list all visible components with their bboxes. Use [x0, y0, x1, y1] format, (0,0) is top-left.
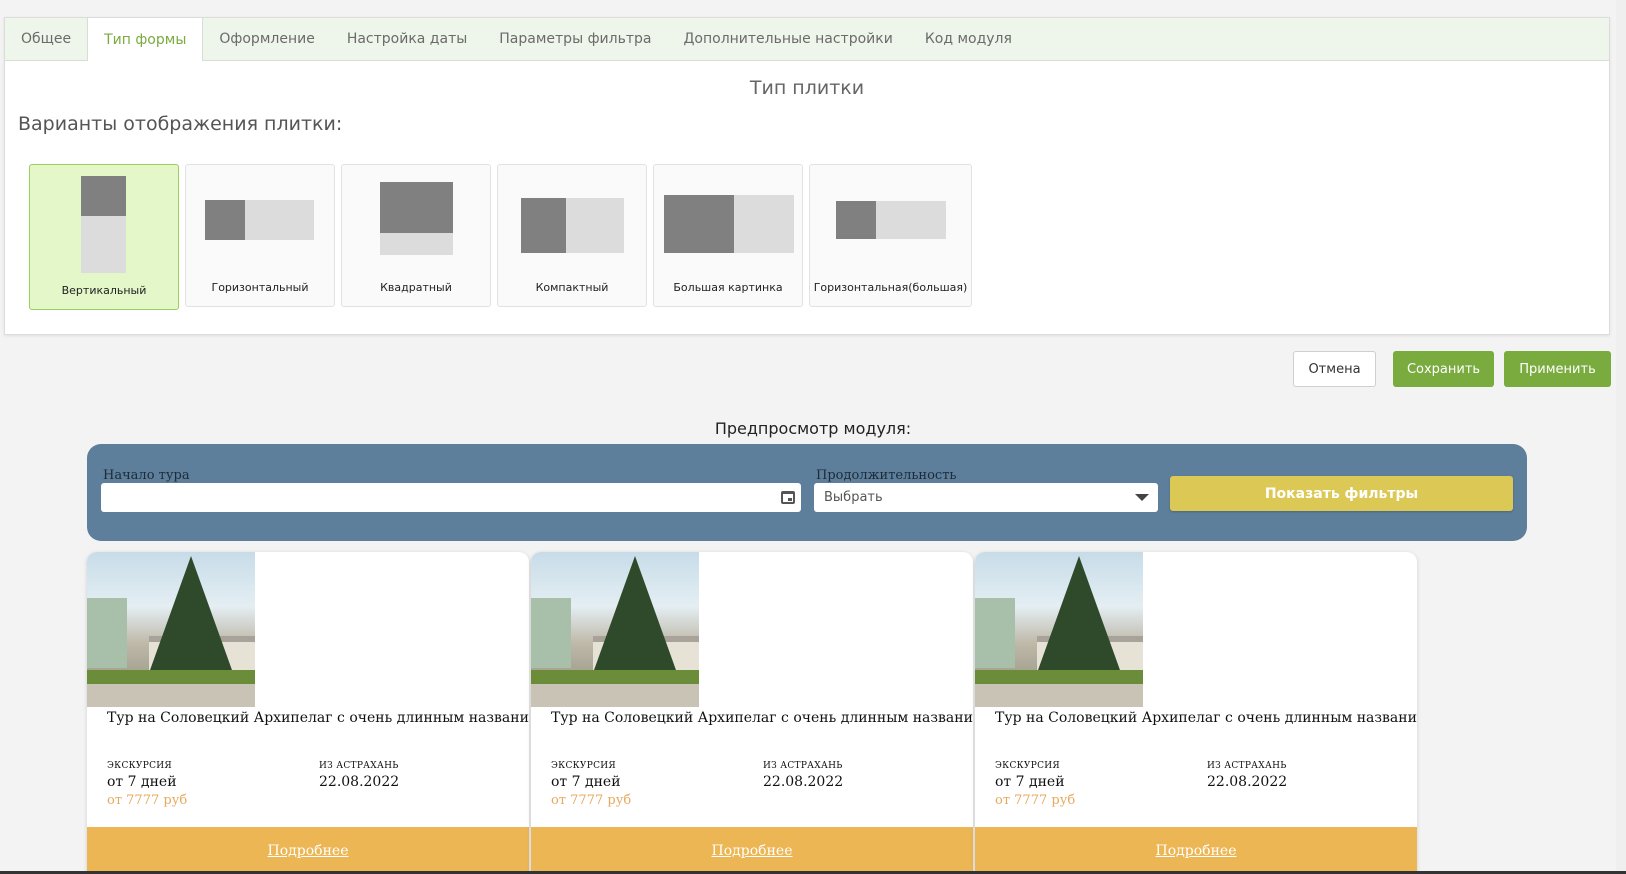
tour-start-label: Начало тура — [103, 468, 190, 483]
panel-title: Тип плитки — [749, 77, 865, 99]
show-filters-button[interactable]: Показать фильтры — [1170, 476, 1513, 511]
tab-date-settings[interactable]: Настройка даты — [331, 18, 483, 60]
tile-content-preview — [876, 201, 946, 239]
tile-label: Большая картинка — [673, 281, 783, 294]
tile-image-preview — [664, 195, 734, 253]
tile-option-square[interactable]: Квадратный — [341, 164, 491, 307]
cancel-button[interactable]: Отмена — [1293, 351, 1376, 387]
tour-duration: от 7 дней — [551, 774, 621, 790]
tab-module-code[interactable]: Код модуля — [909, 18, 1028, 60]
tour-price: от 7777 руб — [995, 793, 1076, 808]
tile-option-horizontal-big[interactable]: Горизонтальная(большая) — [809, 164, 972, 307]
tile-content-preview — [81, 216, 126, 273]
tab-general[interactable]: Общее — [5, 18, 87, 60]
tour-date: 22.08.2022 — [763, 774, 844, 790]
tour-cards: Тур на Соловецкий Архипелаг с очень длин… — [87, 552, 1417, 874]
tour-departure: ИЗ АСТРАХАНЬ — [319, 761, 399, 771]
tour-title: Тур на Соловецкий Архипелаг с очень длин… — [551, 710, 973, 726]
tour-title: Тур на Соловецкий Архипелаг с очень длин… — [107, 710, 529, 726]
tour-image — [975, 552, 1143, 707]
tour-type: ЭКСКУРСИЯ — [551, 761, 616, 771]
details-link[interactable]: Подробнее — [1156, 843, 1237, 859]
tour-date: 22.08.2022 — [1207, 774, 1288, 790]
tile-content-preview — [245, 200, 314, 240]
save-button[interactable]: Сохранить — [1393, 351, 1494, 387]
tour-image — [87, 552, 255, 707]
tab-design[interactable]: Оформление — [203, 18, 330, 60]
tile-content-preview — [566, 198, 624, 253]
tour-card: Тур на Соловецкий Архипелаг с очень длин… — [975, 552, 1417, 874]
tile-option-compact[interactable]: Компактный — [497, 164, 647, 307]
tour-duration: от 7 дней — [107, 774, 177, 790]
tile-variants: Вертикальный Горизонтальный Квадратный К… — [29, 164, 972, 310]
card-footer: Подробнее — [531, 827, 973, 874]
tile-label: Горизонтальный — [211, 281, 309, 294]
duration-selected-value: Выбрать — [824, 490, 883, 505]
tile-label: Горизонтальная(большая) — [813, 281, 968, 294]
tour-card: Тур на Соловецкий Архипелаг с очень длин… — [531, 552, 973, 874]
duration-select[interactable]: Выбрать — [814, 483, 1158, 512]
tour-start-input[interactable] — [101, 483, 801, 512]
tour-title: Тур на Соловецкий Архипелаг с очень длин… — [995, 710, 1417, 726]
tour-card: Тур на Соловецкий Архипелаг с очень длин… — [87, 552, 529, 874]
tour-price: от 7777 руб — [107, 793, 188, 808]
tab-bar: Общее Тип формы Оформление Настройка дат… — [5, 18, 1609, 61]
variants-label: Варианты отображения плитки: — [18, 113, 343, 135]
tab-filter-params[interactable]: Параметры фильтра — [483, 18, 667, 60]
tile-image-preview — [205, 200, 245, 240]
filter-bar: Начало тура Продолжительность Выбрать По… — [87, 444, 1527, 541]
tile-image-preview — [81, 176, 126, 216]
tile-image-preview — [836, 201, 876, 239]
tile-option-big-picture[interactable]: Большая картинка — [653, 164, 803, 307]
tile-content-preview — [380, 233, 453, 255]
tile-label: Вертикальный — [61, 284, 147, 297]
duration-label: Продолжительность — [816, 468, 957, 483]
tour-image — [531, 552, 699, 707]
tile-option-horizontal[interactable]: Горизонтальный — [185, 164, 335, 307]
tour-date: 22.08.2022 — [319, 774, 400, 790]
tour-type: ЭКСКУРСИЯ — [107, 761, 172, 771]
tile-image-preview — [521, 198, 566, 253]
tile-label: Квадратный — [380, 281, 452, 294]
apply-button[interactable]: Применить — [1504, 351, 1611, 387]
card-footer: Подробнее — [87, 827, 529, 874]
card-footer: Подробнее — [975, 827, 1417, 874]
tab-form-type[interactable]: Тип формы — [87, 18, 204, 61]
tab-additional-settings[interactable]: Дополнительные настройки — [667, 18, 908, 60]
tile-label: Компактный — [535, 281, 609, 294]
preview-title: Предпросмотр модуля: — [714, 419, 912, 438]
tour-duration: от 7 дней — [995, 774, 1065, 790]
tour-type: ЭКСКУРСИЯ — [995, 761, 1060, 771]
tour-departure: ИЗ АСТРАХАНЬ — [1207, 761, 1287, 771]
details-link[interactable]: Подробнее — [712, 843, 793, 859]
tile-option-vertical[interactable]: Вертикальный — [29, 164, 179, 310]
chevron-down-icon — [1135, 494, 1149, 501]
tile-image-preview — [380, 182, 453, 233]
tile-content-preview — [734, 195, 794, 253]
tour-departure: ИЗ АСТРАХАНЬ — [763, 761, 843, 771]
details-link[interactable]: Подробнее — [268, 843, 349, 859]
tour-price: от 7777 руб — [551, 793, 632, 808]
settings-panel: Общее Тип формы Оформление Настройка дат… — [4, 17, 1610, 335]
calendar-icon[interactable] — [781, 491, 795, 504]
